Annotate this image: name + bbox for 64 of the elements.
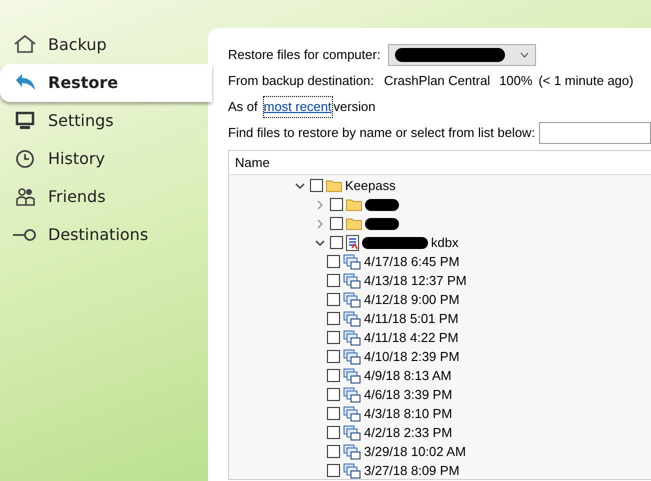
checkbox[interactable] xyxy=(327,407,340,420)
checkbox[interactable] xyxy=(327,369,340,382)
checkbox[interactable] xyxy=(330,198,343,211)
document-icon xyxy=(346,234,359,250)
checkbox[interactable] xyxy=(327,293,340,306)
field-label: Restore files for computer: xyxy=(228,46,380,64)
version-date[interactable]: 4/9/18 8:13 AM xyxy=(364,366,452,386)
checkbox[interactable] xyxy=(330,217,343,230)
checkbox[interactable] xyxy=(327,312,340,325)
checkbox[interactable] xyxy=(330,236,343,249)
version-date[interactable]: 3/29/18 10:02 AM xyxy=(364,442,466,462)
version-date[interactable]: 4/10/18 2:39 PM xyxy=(364,346,460,366)
version-date[interactable]: 4/6/18 3:39 PM xyxy=(364,384,452,404)
percent-complete: 100% xyxy=(499,72,532,90)
sidebar-item[interactable]: Destinations xyxy=(0,216,208,254)
checkbox[interactable] xyxy=(327,274,340,287)
field-label: Find files to restore by name or select from list below: xyxy=(228,124,536,142)
checkbox[interactable] xyxy=(327,426,340,439)
version-icon xyxy=(343,444,361,460)
field-label: As of xyxy=(228,98,258,116)
checkbox[interactable] xyxy=(327,388,340,401)
version-date[interactable]: 4/17/18 6:45 PM xyxy=(364,252,460,272)
version-icon xyxy=(343,386,361,402)
checkbox[interactable] xyxy=(327,331,340,344)
sidebar-item[interactable]: Backup xyxy=(0,26,208,64)
caret-icon xyxy=(520,52,530,58)
version-date[interactable]: 4/11/18 5:01 PM xyxy=(364,308,458,328)
version-date[interactable]: 3/27/18 8:09 PM xyxy=(364,460,460,479)
version-icon xyxy=(343,424,361,440)
folder-icon xyxy=(346,217,362,230)
folder-icon xyxy=(346,198,362,211)
version-icon xyxy=(343,272,361,288)
sidebar-item[interactable]: Friends xyxy=(0,178,208,216)
computer-dropdown[interactable] xyxy=(388,44,536,66)
version-date[interactable]: 4/2/18 2:33 PM xyxy=(364,422,452,442)
sidebar-item[interactable]: History xyxy=(0,140,208,178)
last-backup-time: (< 1 minute ago) xyxy=(538,72,634,90)
column-header[interactable]: Name xyxy=(235,152,270,172)
version-icon xyxy=(343,406,361,422)
version-icon xyxy=(343,330,361,346)
version-icon xyxy=(343,368,361,384)
checkbox[interactable] xyxy=(327,350,340,363)
version-icon xyxy=(343,348,361,364)
version-icon xyxy=(343,254,361,270)
folder-name[interactable]: Keepass xyxy=(345,176,396,196)
sidebar-item[interactable]: Settings xyxy=(0,102,208,140)
search-field[interactable] xyxy=(539,122,651,144)
checkbox[interactable] xyxy=(327,464,340,477)
destination-name: CrashPlan Central xyxy=(384,72,490,90)
version-date[interactable]: 4/11/18 4:22 PM xyxy=(364,328,458,348)
version-date[interactable]: 4/12/18 9:00 PM xyxy=(364,290,460,310)
file-name[interactable]: kdbx xyxy=(431,232,458,252)
sidebar-item[interactable]: Restore xyxy=(0,64,212,102)
version-date[interactable]: 4/13/18 12:37 PM xyxy=(364,270,467,290)
version-icon xyxy=(343,292,361,308)
field-label: From backup destination: xyxy=(228,72,374,90)
version-date[interactable]: 4/3/18 8:10 PM xyxy=(364,404,452,424)
field-label: version xyxy=(334,98,376,116)
checkbox[interactable] xyxy=(310,179,323,192)
checkbox[interactable] xyxy=(327,255,340,268)
checkbox[interactable] xyxy=(327,445,340,458)
folder-icon xyxy=(326,179,342,192)
version-link[interactable]: most recent xyxy=(264,97,332,117)
version-icon xyxy=(343,310,361,326)
